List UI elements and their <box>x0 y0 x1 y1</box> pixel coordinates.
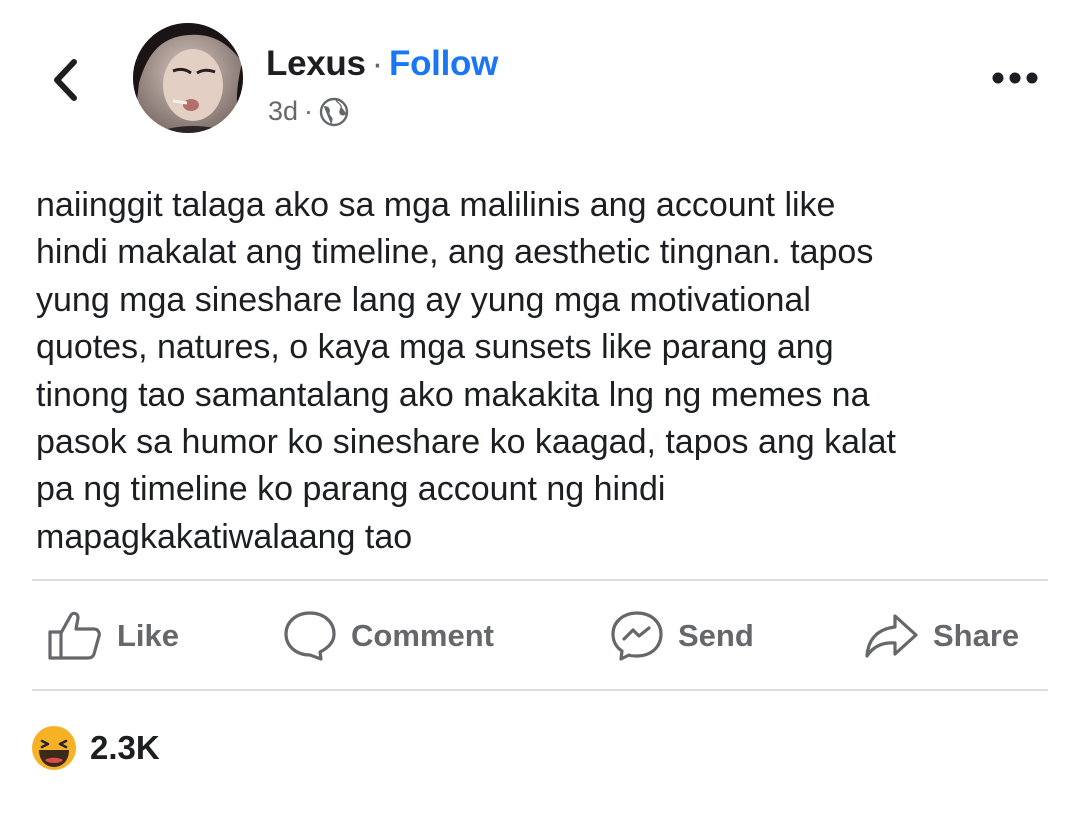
avatar[interactable] <box>133 23 243 133</box>
post-text-line: yung mga sineshare lang ay yung mga moti… <box>36 280 811 319</box>
comment-icon <box>284 611 336 661</box>
more-horizontal-icon <box>992 72 1038 84</box>
thumbs-up-icon <box>48 611 101 660</box>
follow-button[interactable]: Follow <box>389 44 498 83</box>
chevron-left-icon <box>54 59 77 101</box>
post-header: Lexus · Follow 3d · <box>0 0 1080 150</box>
more-options-button[interactable] <box>984 60 1046 96</box>
share-icon <box>865 614 918 658</box>
post-text-line: tinong tao samantalang ako makakita lng … <box>36 375 870 414</box>
author-line: Lexus · Follow <box>266 44 498 84</box>
send-label: Send <box>678 618 754 653</box>
post-meta: 3d · <box>268 96 349 127</box>
action-bar: Like Comment Send Share <box>0 600 1080 672</box>
name-separator: · <box>371 44 384 83</box>
like-label: Like <box>117 618 180 653</box>
author-name[interactable]: Lexus <box>266 44 366 83</box>
comment-button[interactable]: Comment <box>283 600 494 672</box>
post-text-line: pa ng timeline ko parang account ng hind… <box>36 470 666 509</box>
post-text-line: naiinggit talaga ako sa mga malilinis an… <box>36 186 836 224</box>
reaction-count: 2.3K <box>90 729 160 766</box>
divider-top <box>32 579 1048 581</box>
globe-icon <box>319 97 349 126</box>
meta-separator: · <box>304 96 314 126</box>
post-text-line: pasok sa humor ko sineshare ko kaagad, t… <box>36 423 896 462</box>
comment-label: Comment <box>351 618 494 653</box>
like-button[interactable]: Like <box>47 600 179 672</box>
send-button[interactable]: Send <box>610 600 754 672</box>
back-button[interactable] <box>40 52 90 108</box>
post-time[interactable]: 3d <box>268 96 298 127</box>
share-button[interactable]: Share <box>863 600 1019 672</box>
share-label: Share <box>933 618 1020 653</box>
post-text-line: hindi makalat ang timeline, ang aestheti… <box>36 233 874 272</box>
haha-reaction-icon <box>32 726 76 770</box>
post-text-line: mapagkakatiwalaang tao <box>36 517 413 556</box>
divider-bottom <box>32 689 1048 691</box>
post-text: naiinggit talaga ako sa mga malilinis an… <box>36 182 1046 561</box>
profile-photo <box>133 23 243 133</box>
post-text-line: quotes, natures, o kaya mga sunsets like… <box>36 328 834 367</box>
reaction-summary[interactable]: 2.3K <box>30 724 160 772</box>
messenger-icon <box>611 611 663 661</box>
